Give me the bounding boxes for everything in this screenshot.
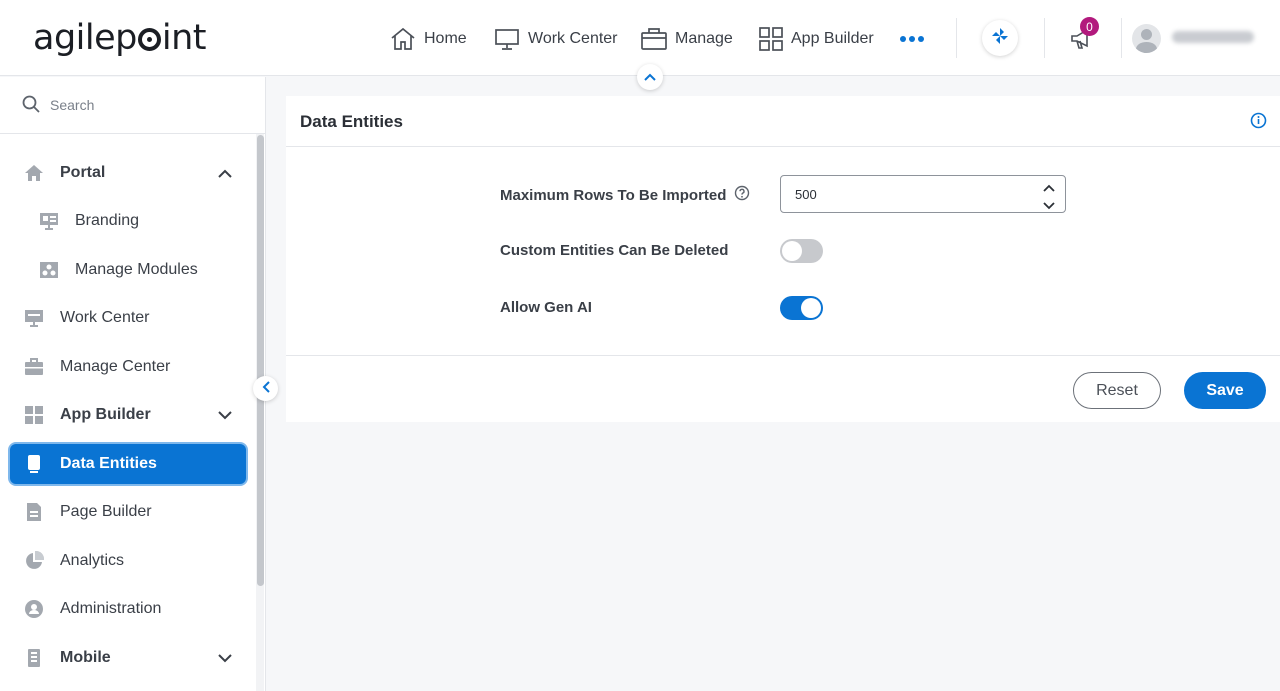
monitor-icon — [24, 308, 44, 328]
sidebar-item-label: Manage Modules — [75, 261, 198, 278]
nav-manage[interactable]: Manage — [641, 24, 733, 54]
save-button[interactable]: Save — [1184, 372, 1266, 409]
sidebar-item-label: Work Center — [60, 309, 150, 326]
info-icon — [1250, 112, 1267, 133]
sidebar-item-portal[interactable]: Portal — [10, 153, 246, 193]
max-rows-value: 500 — [795, 186, 817, 202]
sidebar-item-label: Page Builder — [60, 503, 152, 520]
sidebar-item-page-builder[interactable]: Page Builder — [10, 492, 246, 532]
collapse-sidebar-button[interactable] — [253, 376, 278, 401]
grid-icon — [759, 27, 783, 51]
mobile-icon — [24, 648, 44, 668]
sidebar-item-mobile[interactable]: Mobile — [10, 638, 246, 678]
data-entities-icon — [24, 454, 44, 474]
sidebar-item-work-center[interactable]: Work Center — [10, 298, 246, 338]
nav-manage-label: Manage — [675, 30, 733, 47]
divider — [1121, 18, 1122, 58]
page-icon — [24, 502, 44, 522]
ai-assistant-button[interactable] — [982, 20, 1018, 56]
pie-chart-icon — [24, 550, 45, 571]
sidebar-search[interactable]: Search — [0, 77, 265, 134]
custom-delete-label: Custom Entities Can Be Deleted — [500, 242, 729, 259]
notification-badge: 0 — [1080, 17, 1099, 36]
max-rows-field: Maximum Rows To Be Imported — [500, 185, 750, 205]
nav-app-builder[interactable]: App Builder — [759, 24, 874, 54]
more-menu-button[interactable] — [899, 24, 925, 54]
divider — [286, 355, 1280, 356]
toggle-knob — [801, 298, 821, 318]
sidebar-item-analytics[interactable]: Analytics — [10, 541, 246, 581]
chevron-down-icon[interactable] — [1043, 198, 1055, 213]
sidebar-item-label: Mobile — [60, 649, 111, 666]
chevron-up-icon[interactable] — [1043, 180, 1055, 195]
nav-home[interactable]: Home — [390, 24, 467, 54]
sidebar-item-label: Analytics — [60, 552, 125, 569]
sidebar-item-label: Data Entities — [60, 455, 157, 472]
gen-ai-label: Allow Gen AI — [500, 299, 592, 316]
sidebar-item-label: Portal — [60, 164, 106, 181]
briefcase-icon — [641, 27, 667, 51]
sidebar-item-administration[interactable]: Administration — [10, 589, 246, 629]
sidebar-item-data-entities[interactable]: Data Entities — [10, 444, 246, 484]
search-input[interactable]: Search — [50, 97, 94, 113]
home-icon — [24, 163, 44, 183]
avatar[interactable] — [1132, 24, 1161, 53]
divider — [956, 18, 957, 58]
more-dots-icon — [899, 35, 925, 43]
chevron-up-icon — [644, 68, 656, 86]
custom-delete-toggle[interactable] — [780, 239, 823, 263]
page-title: Data Entities — [300, 112, 403, 131]
nav-work-center-label: Work Center — [528, 30, 618, 47]
custom-delete-field: Custom Entities Can Be Deleted — [500, 242, 728, 259]
branding-icon — [39, 211, 59, 231]
help-icon[interactable] — [734, 185, 750, 205]
agilepoint-logo[interactable]: agilep int — [33, 18, 207, 58]
megaphone-icon — [1070, 28, 1094, 54]
collapse-header-button[interactable] — [637, 64, 663, 90]
sidebar-item-branding[interactable]: Branding — [10, 201, 246, 241]
gen-ai-field: Allow Gen AI — [500, 299, 592, 316]
sidebar-item-label: Branding — [75, 212, 140, 229]
sidebar-scrollbar[interactable] — [257, 135, 264, 586]
search-icon — [22, 95, 40, 116]
reset-button[interactable]: Reset — [1073, 372, 1161, 409]
divider — [1044, 18, 1045, 58]
sidebar: Search Portal Branding Manage Modules Wo… — [0, 77, 266, 691]
sidebar-item-manage-center[interactable]: Manage Center — [10, 347, 246, 387]
toggle-knob — [782, 241, 802, 261]
max-rows-input[interactable]: 500 — [780, 175, 1066, 213]
admin-icon — [24, 599, 44, 619]
sidebar-item-label: Manage Center — [60, 358, 171, 375]
modules-icon — [39, 260, 59, 280]
sidebar-item-label: App Builder — [60, 406, 151, 423]
top-bar: agilep int Home Work Center Manage App Bu… — [0, 0, 1280, 76]
sidebar-item-app-builder[interactable]: App Builder — [10, 395, 246, 435]
username-blurred[interactable] — [1172, 31, 1254, 43]
home-icon — [390, 27, 416, 51]
data-entities-panel: Data Entities Maximum Rows To Be Importe… — [286, 96, 1280, 422]
grid-icon — [24, 405, 44, 425]
sidebar-item-label: Administration — [60, 600, 162, 617]
chevron-down-icon[interactable] — [218, 650, 232, 668]
chevron-left-icon — [262, 380, 270, 398]
monitor-icon — [494, 27, 520, 51]
chevron-down-icon[interactable] — [218, 407, 232, 425]
number-stepper[interactable] — [1043, 180, 1055, 213]
nav-home-label: Home — [424, 30, 467, 47]
max-rows-label: Maximum Rows To Be Imported — [500, 186, 727, 204]
divider — [286, 146, 1280, 147]
chevron-up-icon[interactable] — [218, 165, 232, 183]
gen-ai-toggle[interactable] — [780, 296, 823, 320]
sidebar-item-manage-modules[interactable]: Manage Modules — [10, 250, 246, 290]
nav-work-center[interactable]: Work Center — [494, 24, 618, 54]
briefcase-icon — [24, 357, 44, 377]
info-button[interactable] — [1250, 112, 1267, 134]
pinwheel-icon — [990, 26, 1010, 51]
nav-app-builder-label: App Builder — [791, 30, 874, 47]
